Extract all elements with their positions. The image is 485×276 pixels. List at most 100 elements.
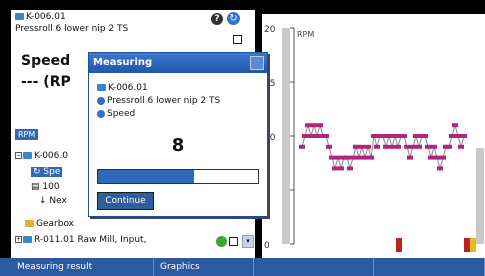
data-point [410,144,416,149]
progress-fill [98,170,194,183]
data-point [326,144,332,149]
data-point [305,123,311,128]
data-point [332,166,338,171]
chart-panel: 20151050RPM [262,14,485,258]
data-point [350,155,356,160]
dialog-item-id: K-006.01 [97,83,148,93]
measurement-count: 8 [171,135,185,156]
tab-measuring-result[interactable]: Measuring result [11,258,154,276]
data-point [428,155,434,160]
data-point [416,144,422,149]
data-point [395,144,401,149]
data-point [455,134,461,138]
tree-item-gearbox[interactable]: Gearbox [25,219,74,229]
data-point [353,144,359,149]
data-point [374,144,380,149]
folder-icon [23,152,32,159]
data-point [308,134,314,138]
data-point [356,155,362,160]
data-point [347,166,353,171]
data-point [299,144,305,149]
dialog-item-desc: Pressroll 6 lower nip 2 TS [97,96,220,106]
alarm-marker [396,238,402,252]
warning-marker [470,238,476,252]
folder-icon [97,84,106,91]
tab-graphics[interactable]: Graphics [154,258,254,276]
data-point [359,144,365,149]
speed-chart: 20151050RPM [264,25,484,252]
close-icon[interactable] [250,56,264,70]
data-point [389,144,395,149]
alarm-marker [464,238,470,252]
data-point [365,144,371,149]
speed-icon [97,109,105,118]
data-point [323,134,329,138]
data-point [446,144,452,149]
data-point [368,155,374,160]
chart-right-bar [476,148,484,244]
tree-item-speed[interactable]: ↻ Spe [31,167,63,177]
help-icon[interactable]: ? [211,13,223,25]
point-icon [97,96,105,105]
status-ok-icon [216,236,227,247]
data-point [449,134,455,138]
data-point [401,134,407,138]
data-point [338,166,344,171]
expand-icon[interactable]: + [15,236,22,243]
data-point [458,144,464,149]
data-point [431,144,437,149]
data-point [440,155,446,160]
progress-bar [97,169,259,184]
data-point [311,123,317,128]
tab-empty-4[interactable] [374,258,485,276]
dialog-title: Measuring [89,53,267,73]
scroll-down-button[interactable]: ▾ [242,235,254,248]
data-point [422,134,428,138]
data-point [314,134,320,138]
data-point [425,144,431,149]
select-checkbox[interactable] [229,237,238,246]
folder-icon [15,13,24,20]
data-point [362,155,368,160]
data-point [317,123,323,128]
folder-icon [23,236,32,243]
tree-item-r011[interactable]: + R-011.01 Raw Mill, Input, [15,235,146,245]
data-point [434,155,440,160]
tab-empty-3[interactable] [254,258,374,276]
data-point [302,134,308,138]
folder-icon [25,220,34,227]
continue-button[interactable]: Continue [97,192,154,210]
dialog-measurement: Speed [97,109,135,119]
data-point [371,134,377,138]
chart-left-bar [282,28,290,244]
collapse-icon[interactable]: − [15,152,22,159]
tab-rpm[interactable]: RPM [15,129,39,140]
data-point [452,123,458,128]
item-desc: Pressroll 6 lower nip 2 TS [15,24,129,34]
y-axis-label: RPM [297,30,314,39]
data-point [383,144,389,149]
data-point [413,134,419,138]
data-point [344,155,350,160]
data-point [392,134,398,138]
bottom-tab-bar: Measuring result Graphics [0,258,485,276]
tree-item-next[interactable]: ↓ Nex [39,196,67,206]
data-point [404,144,410,149]
refresh-icon[interactable]: ↻ [227,12,240,25]
data-point [335,155,341,160]
data-point [380,134,386,138]
measurement-title: Speed [21,53,71,69]
measuring-dialog: Measuring K-006.01 Pressroll 6 lower nip… [88,52,268,217]
y-tick-label: 0 [264,241,270,251]
item-id: K-006.01 [15,12,66,22]
y-tick-label: 20 [264,25,276,35]
measurement-unit: --- (RP [21,74,71,90]
data-point [437,166,443,171]
tree-item-k006[interactable]: − K-006.0 [15,151,68,161]
data-point [407,155,413,160]
tree-item-100[interactable]: ▤ 100 [31,182,60,192]
data-point [329,155,335,160]
data-point [461,134,467,138]
data-point [386,134,392,138]
select-checkbox[interactable] [233,35,242,44]
